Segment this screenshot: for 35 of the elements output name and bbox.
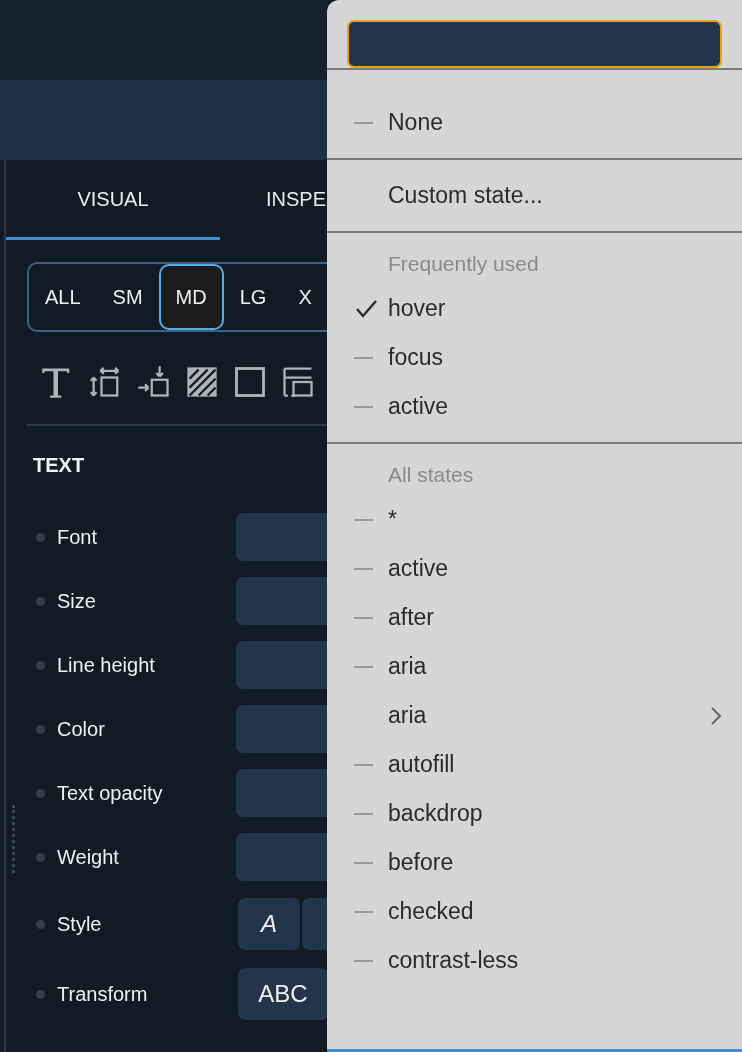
section-title: TEXT xyxy=(33,453,85,478)
breakpoint-button[interactable]: X xyxy=(282,264,327,330)
menu-item[interactable]: focus xyxy=(327,333,742,382)
menu-item[interactable]: * xyxy=(327,495,742,544)
property-label: Line height xyxy=(57,653,156,678)
option-button[interactable]: ABC xyxy=(238,968,327,1020)
menu-item[interactable]: hover xyxy=(327,284,742,333)
property-label: Transform xyxy=(57,982,149,1007)
property-label: Size xyxy=(57,589,97,614)
menu-item[interactable]: active xyxy=(327,382,742,431)
menu-item[interactable]: autofill xyxy=(327,740,742,789)
tab[interactable]: VISUAL xyxy=(6,160,220,240)
menu-item[interactable]: after xyxy=(327,593,742,642)
menu-item[interactable]: None xyxy=(327,98,742,147)
menu-item[interactable]: backdrop xyxy=(327,789,742,838)
property-label: Style xyxy=(57,912,103,937)
breakpoint-button[interactable]: ALL xyxy=(29,264,97,330)
option-button[interactable]: A xyxy=(238,898,300,950)
menu-item[interactable]: Custom state... xyxy=(327,171,742,220)
menu-item[interactable]: contrast-less xyxy=(327,936,742,985)
menu-item[interactable]: before xyxy=(327,838,742,887)
menu-item[interactable]: aria xyxy=(327,691,742,740)
menu-item[interactable]: checked xyxy=(327,887,742,936)
breakpoint-button[interactable]: LG xyxy=(223,264,283,330)
property-label: Font xyxy=(57,525,99,550)
breakpoint-button[interactable]: MD xyxy=(158,264,224,330)
property-label: Text opacity xyxy=(57,781,164,806)
breakpoint-button[interactable]: SM xyxy=(96,264,159,330)
menu-heading: All states xyxy=(387,462,475,489)
tab[interactable]: INSPE xyxy=(220,160,327,240)
menu-item[interactable]: active xyxy=(327,544,742,593)
property-label: Color xyxy=(57,717,106,742)
menu-item[interactable]: aria xyxy=(327,642,742,691)
menu-heading: Frequently used xyxy=(387,251,540,278)
property-label: Weight xyxy=(57,845,120,870)
